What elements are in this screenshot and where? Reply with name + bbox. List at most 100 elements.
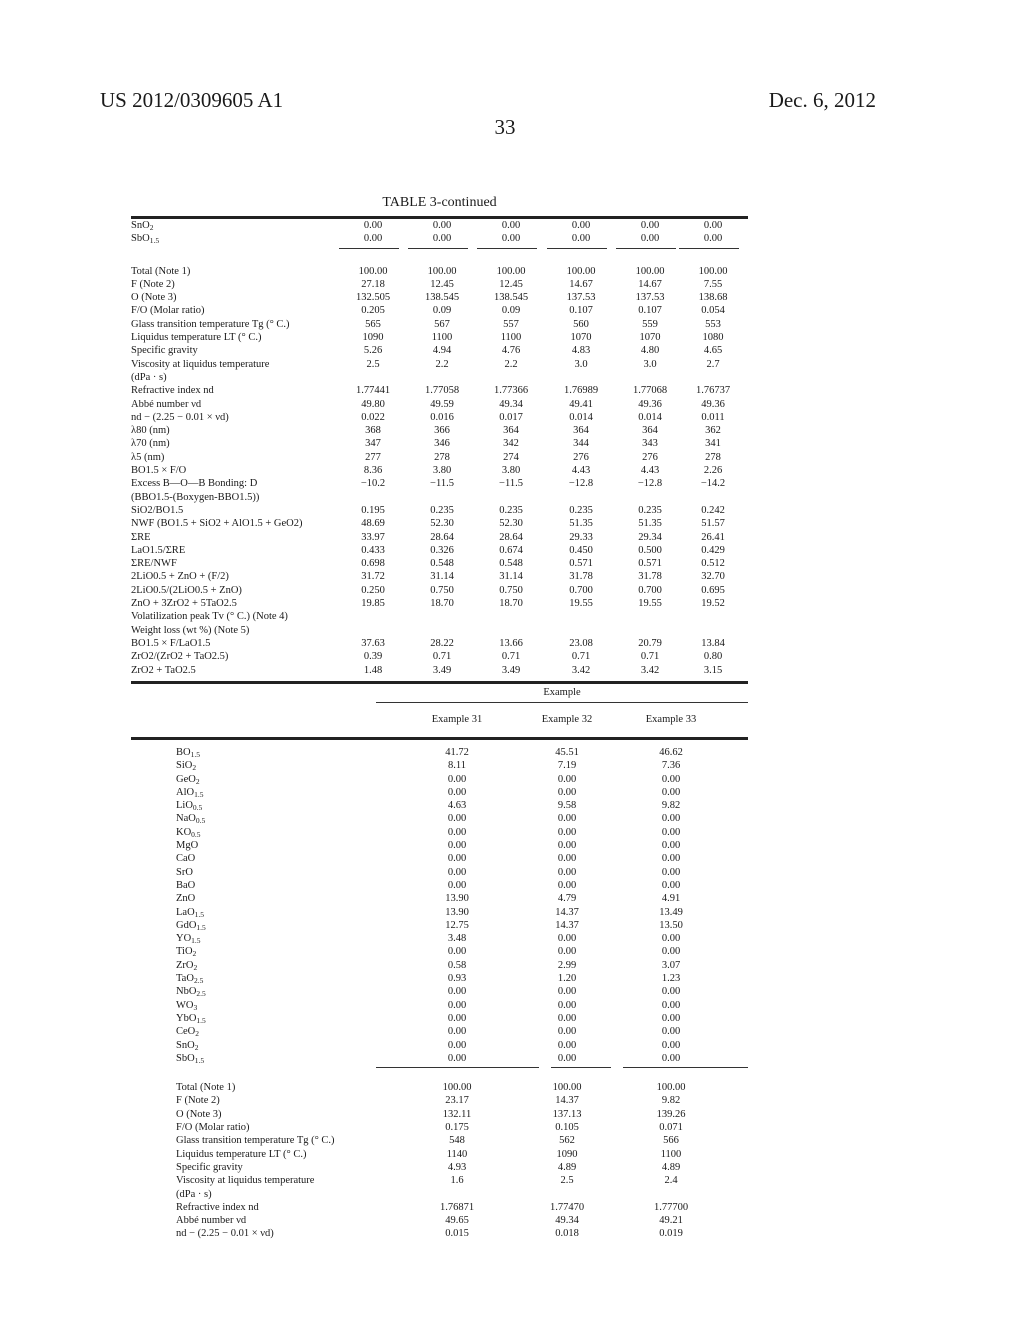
sum-rule <box>376 1067 539 1069</box>
cell-value: 18.70 <box>499 598 523 610</box>
table-row: WO3 0.00 0.00 0.00 <box>131 999 748 1012</box>
table-row: λ70 (nm) 347 346 342 344 343 341 <box>131 437 748 450</box>
cell-value: 1100 <box>500 332 522 344</box>
cell-value: 0.00 <box>661 946 681 958</box>
cell-value: 0.054 <box>701 305 725 317</box>
row-label: TaO2.5 <box>176 972 203 985</box>
table-row: 2LiO0.5 + ZnO + (F/2) 31.72 31.14 31.14 31.7… <box>131 570 748 583</box>
column-header: Example 33 <box>645 714 697 725</box>
cell-value: 0.019 <box>659 1228 683 1240</box>
cell-value: 0.017 <box>499 411 523 423</box>
cell-value: 0.00 <box>557 853 577 865</box>
cell-value: 557 <box>503 318 519 330</box>
formula-subscript: 1.5 <box>196 1015 206 1025</box>
row-label: Excess B—O—B Bonding: D <box>131 478 258 490</box>
row-label: SiO2/BO1.5 <box>131 504 184 516</box>
cell-value: 0.71 <box>640 651 660 663</box>
table-row: LaO1.5/ΣRE 0.433 0.326 0.674 0.450 0.500 0.429 <box>131 544 748 557</box>
table-row: Abbé number νd 49.65 49.34 49.21 <box>131 1214 748 1227</box>
formula-base: AlO <box>176 786 195 798</box>
formula-base: YbO <box>176 1012 197 1024</box>
cell-value: 7.36 <box>661 760 681 772</box>
cell-value: 0.00 <box>447 773 467 785</box>
cell-value: 0.00 <box>557 946 577 958</box>
cell-value: 0.00 <box>557 986 577 998</box>
cell-value: 100.00 <box>496 265 526 277</box>
table-row: SbO1.5 0.00 0.00 0.00 <box>131 1052 748 1065</box>
column-header: Example 32 <box>541 714 593 725</box>
row-label: Abbé number νd <box>131 398 202 410</box>
table-row: ZrO2 + TaO2.5 1.48 3.49 3.49 3.42 3.42 3.15 <box>131 664 748 677</box>
table-row: SnO2 0.00 0.00 0.00 <box>131 1039 748 1052</box>
cell-value: 0.235 <box>499 504 523 516</box>
cell-value: 0.571 <box>638 558 662 570</box>
table-row: SnO2 0.00 0.00 0.00 0.00 0.00 0.00 <box>131 219 748 232</box>
cell-value: 7.55 <box>703 278 723 290</box>
row-label: LiO0.5 <box>176 799 202 812</box>
table-row: ZnO 13.90 4.79 4.91 <box>131 892 748 905</box>
cell-value: 23.17 <box>445 1095 469 1107</box>
table-row: Glass transition temperature Tg (° C.) 56… <box>131 318 748 331</box>
formula-subscript: 2 <box>192 763 197 773</box>
formula-base: NbO <box>176 986 197 998</box>
row-label: ΣRE/NWF <box>131 558 177 570</box>
row-label: CeO2 <box>176 1025 199 1038</box>
cell-value: 14.37 <box>555 1095 579 1107</box>
formula-base: MgO <box>176 840 199 852</box>
row-label: BO1.5 × F/O <box>131 465 187 477</box>
cell-value: 51.35 <box>569 518 593 530</box>
formula-subscript: 2 <box>195 776 200 786</box>
cell-value: 0.015 <box>445 1228 469 1240</box>
cell-value: 366 <box>434 425 450 437</box>
cell-value: 2.99 <box>557 959 577 971</box>
table-row: CeO2 0.00 0.00 0.00 <box>131 1025 748 1038</box>
cell-value: 0.00 <box>557 999 577 1011</box>
column-sum-rules <box>131 1065 748 1071</box>
row-label: SbO1.5 <box>131 232 159 245</box>
table-row: ZrO2/(ZrO2 + TaO2.5) 0.39 0.71 0.71 0.71 0.71… <box>131 650 748 663</box>
cell-value: 548 <box>449 1135 465 1147</box>
cell-value: 0.00 <box>501 220 521 231</box>
cell-value: 49.34 <box>555 1215 579 1227</box>
cell-value: 33.97 <box>361 531 385 543</box>
cell-value: 3.49 <box>501 664 521 676</box>
table-3-continued-part2: Example Example 31 Example 32 Example 33 BO1… <box>131 686 748 1241</box>
cell-value: 12.45 <box>430 278 454 290</box>
cell-value: 0.00 <box>661 1039 681 1051</box>
table-row: (dPa · s) <box>131 1188 748 1201</box>
cell-value: 0.00 <box>557 1052 577 1064</box>
cell-value: 1.77366 <box>493 385 529 397</box>
cell-value: 0.750 <box>430 584 454 596</box>
cell-value: 562 <box>559 1135 575 1147</box>
cell-value: 0.105 <box>555 1122 579 1134</box>
cell-value: 4.91 <box>661 893 681 905</box>
cell-value: 0.00 <box>557 813 577 825</box>
cell-value: 0.00 <box>447 813 467 825</box>
cell-value: 278 <box>434 451 450 463</box>
table-row: SiO2 8.11 7.19 7.36 <box>131 759 748 772</box>
cell-value: 49.36 <box>638 398 662 410</box>
cell-value: 138.68 <box>698 292 728 304</box>
cell-value: 0.00 <box>571 220 591 231</box>
cell-value: 49.36 <box>701 398 725 410</box>
table-row: nd − (2.25 − 0.01 × νd) 0.015 0.018 0.019 <box>131 1227 748 1240</box>
cell-value: 14.67 <box>569 278 593 290</box>
table-title: TABLE 3-continued <box>382 195 497 210</box>
formula-base: ZrO <box>176 959 194 971</box>
cell-value: 1070 <box>639 332 661 344</box>
row-label: BO1.5 × F/LaO1.5 <box>131 637 211 649</box>
cell-value: 32.70 <box>701 571 725 583</box>
cell-value: 0.58 <box>447 959 467 971</box>
table-row: F (Note 2) 27.18 12.45 12.45 14.67 14.67 7.55 <box>131 278 748 291</box>
formula-base: GeO <box>176 773 196 785</box>
row-label: YbO1.5 <box>176 1012 206 1025</box>
row-label: AlO1.5 <box>176 786 203 799</box>
row-label: ZrO2/(ZrO2 + TaO2.5) <box>131 651 229 663</box>
row-label: GdO1.5 <box>176 919 206 932</box>
row-label: Viscosity at liquidus temperature <box>131 358 270 370</box>
cell-value: 567 <box>434 318 450 330</box>
cell-value: 3.80 <box>501 465 521 477</box>
cell-value: 49.80 <box>361 398 385 410</box>
table-row: Refractive index nd 1.77441 1.77058 1.77366… <box>131 384 748 397</box>
